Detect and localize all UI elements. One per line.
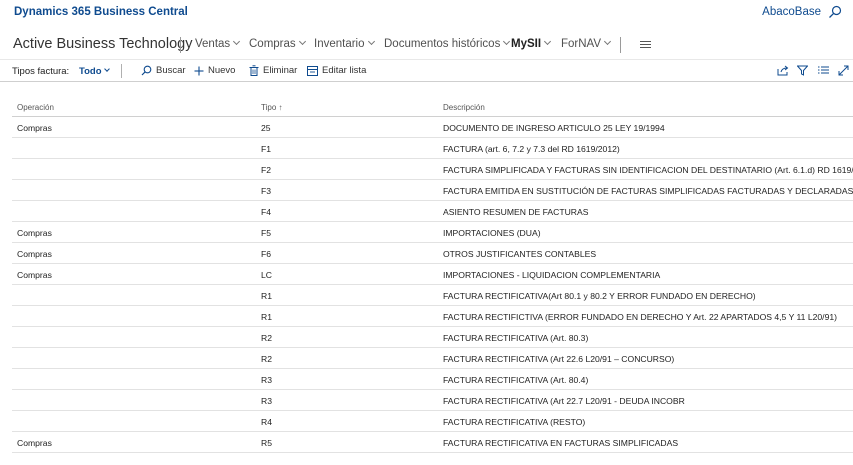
table-row[interactable]: R4 FACTURA RECTIFICATIVA (RESTO) [12,411,853,432]
action-bar: Tipos factura: Todo Buscar Nuevo Elimina… [0,59,853,82]
cell-tipo: F1 [261,144,272,154]
cell-descripcion: OTROS JUSTIFICANTES CONTABLES [443,249,597,259]
cell-descripcion: ASIENTO RESUMEN DE FACTURAS [443,207,589,217]
cell-tipo: F6 [261,249,272,259]
nav-item-ventas[interactable]: Ventas [195,37,241,50]
share-icon[interactable] [777,65,789,76]
search-button[interactable]: Buscar [141,65,186,76]
cell-tipo: R2 [261,333,272,343]
table-row[interactable]: R2 FACTURA RECTIFICATIVA (Art 22.6 L20/91… [12,348,853,369]
list-header: Operación Tipo ↑ Descripción [12,96,853,117]
cell-tipo: LC [261,270,272,280]
nav-item-inventario[interactable]: Inventario [314,37,375,50]
cell-tipo: R2 [261,354,272,364]
more-menu-icon[interactable] [640,41,651,49]
cell-descripcion: IMPORTACIONES - LIQUIDACION COMPLEMENTAR… [443,270,661,280]
chevron-down-icon [233,37,241,46]
cell-tipo: F5 [261,228,272,238]
nav-separator [180,37,181,53]
cell-descripcion: FACTURA (art. 6, 7.2 y 7.3 del RD 1619/2… [443,144,620,154]
column-header-operacion[interactable]: Operación [17,103,54,112]
cell-descripcion: FACTURA RECTIFICATIVA(Art 80.1 y 80.2 Y … [443,291,756,301]
cell-descripcion: IMPORTACIONES (DUA) [443,228,541,238]
table-row[interactable]: Compras F6 OTROS JUSTIFICANTES CONTABLES [12,243,853,264]
expand-icon[interactable] [838,65,849,76]
chevron-down-icon [503,37,511,46]
column-header-tipo[interactable]: Tipo ↑ [261,103,283,112]
nav-item-compras[interactable]: Compras [249,37,306,50]
cell-descripcion: FACTURA RECTIFICTIVA (ERROR FUNDADO EN D… [443,312,837,322]
table-row[interactable]: Compras 25 DOCUMENTO DE INGRESO ARTICULO 2… [12,117,853,138]
table-row[interactable]: R1 FACTURA RECTIFICTIVA (ERROR FUNDADO EN… [12,306,853,327]
cell-descripcion: DOCUMENTO DE INGRESO ARTICULO 25 LEY 19/… [443,123,665,133]
list-view-icon[interactable] [818,65,829,75]
table-row[interactable]: F2 FACTURA SIMPLIFICADA Y FACTURAS SIN ID… [12,159,853,180]
chevron-down-icon [604,37,612,46]
top-bar: Dynamics 365 Business Central AbacoBase [0,0,853,26]
company-link[interactable]: AbacoBase [762,6,821,18]
delete-button[interactable]: Eliminar [249,65,297,76]
table-row[interactable]: Compras R5 FACTURA RECTIFICATIVA EN FACTUR… [12,432,853,453]
cell-descripcion: FACTURA SIMPLIFICADA Y FACTURAS SIN IDEN… [443,165,853,175]
chevron-down-icon [544,37,552,46]
edit-list-button[interactable]: Editar lista [307,65,366,76]
company-name: Active Business Technology [13,36,193,52]
cell-operacion: Compras [17,249,52,259]
cell-operacion: Compras [17,123,52,133]
cell-tipo: F3 [261,186,272,196]
cell-tipo: R3 [261,396,272,406]
cell-descripcion: FACTURA RECTIFICATIVA (Art. 80.3) [443,333,589,343]
cell-descripcion: FACTURA EMITIDA EN SUSTITUCIÓN DE FACTUR… [443,186,853,196]
cell-tipo: F4 [261,207,272,217]
table-row[interactable]: F4 ASIENTO RESUMEN DE FACTURAS [12,201,853,222]
table-row[interactable]: F3 FACTURA EMITIDA EN SUSTITUCIÓN DE FACT… [12,180,853,201]
cell-tipo: F2 [261,165,272,175]
new-button[interactable]: Nuevo [194,65,235,76]
cell-descripcion: FACTURA RECTIFICATIVA (Art 22.7 L20/91 -… [443,396,685,406]
cell-tipo: R1 [261,312,272,322]
table-row[interactable]: Compras F5 IMPORTACIONES (DUA) [12,222,853,243]
navigation-bar: Active Business Technology Ventas Compra… [0,33,853,57]
cell-operacion: Compras [17,270,52,280]
edit-list-icon [307,65,318,76]
product-title[interactable]: Dynamics 365 Business Central [14,6,188,18]
search-icon[interactable] [828,5,842,19]
cell-descripcion: FACTURA RECTIFICATIVA (Art 22.6 L20/91 –… [443,354,675,364]
table-row[interactable]: R2 FACTURA RECTIFICATIVA (Art. 80.3) [12,327,853,348]
invoice-types-list: Operación Tipo ↑ Descripción Compras 25 DO… [12,96,853,453]
nav-item-fornav[interactable]: ForNAV [561,37,612,50]
nav-item-documentos-historicos[interactable]: Documentos históricos [384,37,511,50]
table-row[interactable]: R3 FACTURA RECTIFICATIVA (Art 22.7 L20/91… [12,390,853,411]
cell-operacion: Compras [17,228,52,238]
table-row[interactable]: F1 FACTURA (art. 6, 7.2 y 7.3 del RD 1619… [12,138,853,159]
cell-tipo: R3 [261,375,272,385]
filter-icon[interactable] [797,65,808,76]
chevron-down-icon [367,37,375,46]
cell-descripcion: FACTURA RECTIFICATIVA EN FACTURAS SIMPLI… [443,438,679,448]
cell-tipo: R5 [261,438,272,448]
trash-icon [249,65,259,76]
cell-operacion: Compras [17,438,52,448]
cell-descripcion: FACTURA RECTIFICATIVA (RESTO) [443,417,586,427]
search-icon [141,65,152,76]
nav-separator [620,37,621,53]
table-row[interactable]: R1 FACTURA RECTIFICATIVA(Art 80.1 y 80.2 … [12,285,853,306]
chevron-down-icon [103,66,110,72]
cell-tipo: R1 [261,291,272,301]
cell-tipo: 25 [261,123,271,133]
nav-item-mysii[interactable]: MySII [511,37,552,50]
column-header-descripcion[interactable]: Descripción [443,103,485,112]
action-separator [121,64,122,78]
filter-label: Tipos factura: [12,66,70,77]
cell-descripcion: FACTURA RECTIFICATIVA (Art. 80.4) [443,375,589,385]
table-row[interactable]: R3 FACTURA RECTIFICATIVA (Art. 80.4) [12,369,853,390]
plus-icon [194,66,204,75]
cell-tipo: R4 [261,417,272,427]
table-row[interactable]: Compras LC IMPORTACIONES - LIQUIDACION COM… [12,264,853,285]
filter-dropdown[interactable]: Todo [79,66,110,77]
chevron-down-icon [298,37,306,46]
